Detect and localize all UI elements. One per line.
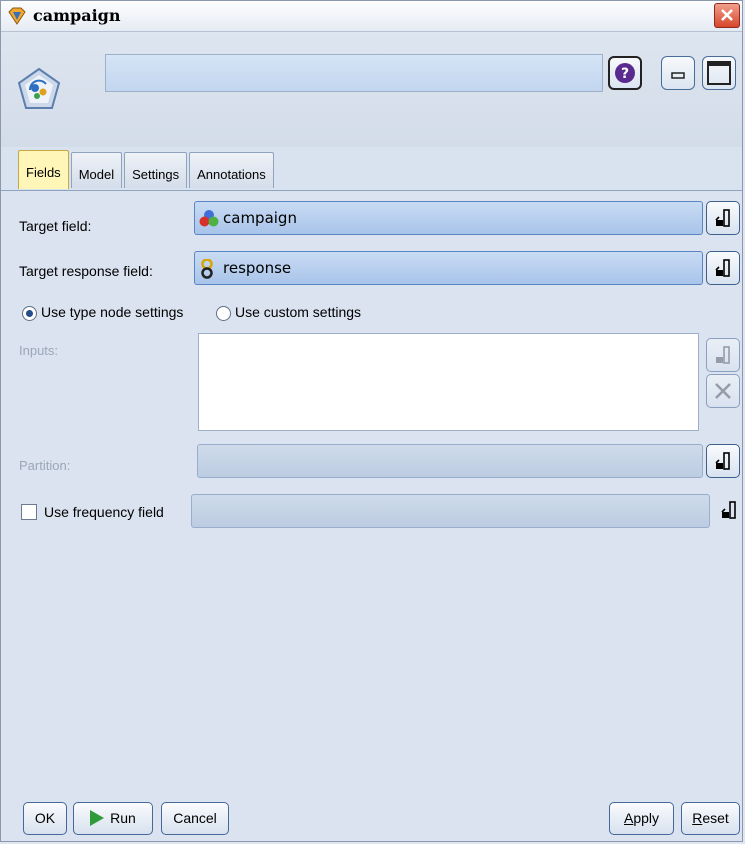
target-field-picker-button[interactable] <box>706 201 740 235</box>
use-frequency-checkbox[interactable] <box>21 504 37 520</box>
use-frequency-label[interactable]: Use frequency field <box>44 504 164 520</box>
target-response-value: response <box>223 259 292 277</box>
maximize-icon <box>707 61 731 85</box>
reset-label: eset <box>702 810 729 826</box>
frequency-field-select[interactable] <box>191 494 710 528</box>
use-custom-settings-radio[interactable] <box>216 306 231 321</box>
cancel-button[interactable]: Cancel <box>161 802 229 835</box>
run-label: Run <box>110 810 136 826</box>
set-type-icon <box>199 210 219 227</box>
frequency-picker-button[interactable] <box>713 494 745 528</box>
help-button[interactable]: ? <box>608 56 642 90</box>
tab-fields[interactable]: Fields <box>18 150 69 189</box>
target-response-label: Target response field: <box>19 263 153 279</box>
title-bar[interactable]: campaign <box>1 1 742 32</box>
node-diamond-icon <box>8 7 26 25</box>
field-picker-icon <box>716 346 730 364</box>
target-field-select[interactable]: campaign <box>194 201 703 235</box>
node-name-input[interactable] <box>105 54 603 92</box>
field-picker-icon <box>715 209 730 227</box>
flag-type-icon <box>201 259 213 279</box>
target-field-value: campaign <box>223 209 297 227</box>
use-type-node-label[interactable]: Use type node settings <box>41 304 183 320</box>
field-picker-icon <box>715 452 730 470</box>
svg-text:?: ? <box>621 66 629 82</box>
tab-model[interactable]: Model <box>70 152 123 188</box>
dialog-window: campaign ? Fields Model Settings Annotat… <box>0 0 743 842</box>
target-response-picker-button[interactable] <box>706 251 740 285</box>
inputs-listbox[interactable] <box>198 333 699 431</box>
tab-annotations[interactable]: Annotations <box>189 152 274 188</box>
tab-strip: Fields Model Settings Annotations <box>18 150 274 190</box>
tab-settings[interactable]: Settings <box>124 152 188 188</box>
partition-picker-button[interactable] <box>706 444 740 478</box>
delete-icon <box>715 383 731 399</box>
field-picker-icon <box>721 501 736 519</box>
window-title: campaign <box>33 6 121 25</box>
help-icon: ? <box>615 63 635 83</box>
run-icon <box>90 810 105 826</box>
apply-button[interactable]: Apply <box>609 802 674 835</box>
use-custom-settings-label[interactable]: Use custom settings <box>235 304 361 320</box>
run-button[interactable]: Run <box>73 802 153 835</box>
close-icon <box>721 9 733 21</box>
target-response-select[interactable]: response <box>194 251 703 285</box>
apply-label: pply <box>633 810 660 826</box>
apply-mnemonic: A <box>623 810 634 826</box>
field-picker-icon <box>715 259 730 277</box>
ok-button[interactable]: OK <box>23 802 67 835</box>
maximize-button[interactable] <box>702 56 736 90</box>
target-field-label: Target field: <box>19 218 92 234</box>
inputs-label: Inputs: <box>19 343 59 358</box>
reset-button[interactable]: Reset <box>681 802 740 835</box>
close-button[interactable] <box>714 3 740 28</box>
model-node-icon <box>17 67 61 109</box>
partition-select[interactable] <box>197 444 703 478</box>
inputs-picker-button[interactable] <box>706 338 740 372</box>
minimize-icon <box>671 72 685 79</box>
inputs-remove-button[interactable] <box>706 374 740 408</box>
use-type-node-radio[interactable] <box>22 306 37 321</box>
minimize-button[interactable] <box>661 56 695 90</box>
reset-mnemonic: R <box>692 810 703 826</box>
node-header: ? <box>1 32 742 147</box>
partition-label: Partition: <box>19 458 71 473</box>
